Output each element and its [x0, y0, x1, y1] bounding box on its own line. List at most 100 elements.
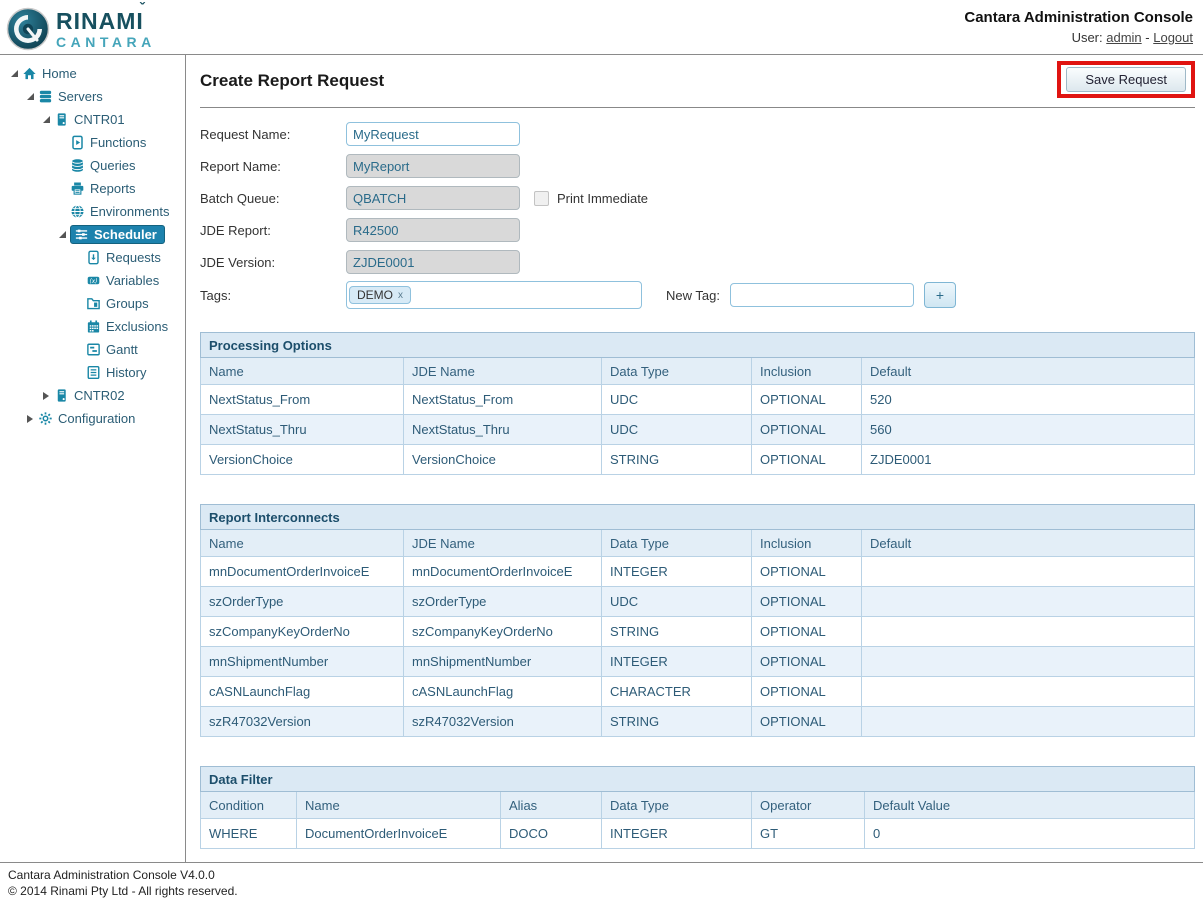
expand-collapse-icon[interactable]: [54, 231, 70, 238]
jde-report-label: JDE Report:: [200, 223, 346, 238]
home-icon: [22, 66, 40, 81]
column-header: Inclusion: [752, 358, 862, 385]
table-row: NextStatus_From NextStatus_From UDC OPTI…: [201, 385, 1195, 415]
column-header: JDE Name: [404, 530, 602, 557]
annotation-highlight-box: Save Request: [1057, 61, 1195, 98]
table-title-row: Data Filter: [201, 767, 1195, 792]
table-title: Report Interconnects: [201, 505, 1195, 530]
user-label: User:: [1072, 30, 1103, 45]
column-header: Name: [201, 530, 404, 557]
table-title-row: Processing Options: [201, 333, 1195, 358]
title-divider: [200, 107, 1195, 108]
sidebar-item-reports[interactable]: Reports: [0, 177, 185, 200]
expand-collapse-icon[interactable]: [38, 116, 54, 123]
table-row: WHERE DocumentOrderInvoiceE DOCO INTEGER…: [201, 819, 1195, 849]
data-filter-table: Data Filter Condition Name Alias Data Ty…: [200, 766, 1195, 849]
column-header: Condition: [201, 792, 297, 819]
sidebar-item-history[interactable]: History: [0, 361, 185, 384]
column-header: Data Type: [602, 530, 752, 557]
jde-report-input: [346, 218, 520, 242]
sidebar-item-home[interactable]: Home: [0, 62, 185, 85]
column-header: Name: [201, 358, 404, 385]
column-header: Operator: [752, 792, 865, 819]
jde-version-label: JDE Version:: [200, 255, 346, 270]
logo-wordmark: RINAMIˇ CANTARA: [56, 10, 156, 49]
report-name-input: [346, 154, 520, 178]
processing-options-table: Processing Options Name JDE Name Data Ty…: [200, 332, 1195, 475]
column-header: Alias: [501, 792, 602, 819]
expand-collapse-icon[interactable]: [38, 392, 54, 400]
scheduler-selected-highlight: Scheduler: [70, 225, 165, 244]
report-interconnects-table: Report Interconnects Name JDE Name Data …: [200, 504, 1195, 737]
servers-icon: [38, 89, 56, 104]
sidebar-item-functions[interactable]: Functions: [0, 131, 185, 154]
request-name-input[interactable]: [346, 122, 520, 146]
add-tag-button[interactable]: +: [924, 282, 956, 308]
table-row: mnShipmentNumber mnShipmentNumber INTEGE…: [201, 647, 1195, 677]
expand-collapse-icon[interactable]: [22, 415, 38, 423]
tag-chip-label: DEMO: [357, 288, 393, 302]
table-title-row: Report Interconnects: [201, 505, 1195, 530]
sidebar-item-environments[interactable]: Environments: [0, 200, 185, 223]
table-row: VersionChoice VersionChoice STRING OPTIO…: [201, 445, 1195, 475]
queries-icon: [70, 158, 88, 173]
svg-text:(x): (x): [90, 279, 98, 285]
sidebar-item-variables[interactable]: (x) Variables: [0, 269, 185, 292]
save-request-button[interactable]: Save Request: [1066, 67, 1186, 92]
remove-tag-icon[interactable]: x: [398, 290, 403, 301]
environments-icon: [70, 204, 88, 219]
logo-line1: RINAMIˇ: [56, 10, 144, 33]
sidebar-item-configuration[interactable]: Configuration: [0, 407, 185, 430]
gantt-icon: [86, 342, 104, 357]
footer-version: Cantara Administration Console V4.0.0: [8, 867, 1195, 883]
column-header: Data Type: [602, 358, 752, 385]
column-header: Default: [862, 530, 1195, 557]
sidebar-item-scheduler[interactable]: Scheduler: [0, 223, 185, 246]
reports-icon: [70, 181, 88, 196]
table-row: szCompanyKeyOrderNo szCompanyKeyOrderNo …: [201, 617, 1195, 647]
gear-icon: [38, 411, 56, 426]
rinami-cantara-logo: RINAMIˇ CANTARA: [0, 0, 156, 54]
sidebar-item-requests[interactable]: Requests: [0, 246, 185, 269]
table-row: NextStatus_Thru NextStatus_Thru UDC OPTI…: [201, 415, 1195, 445]
table-row: szR47032Version szR47032Version STRING O…: [201, 707, 1195, 737]
user-name-link[interactable]: admin: [1106, 30, 1141, 45]
sidebar-item-servers[interactable]: Servers: [0, 85, 185, 108]
footer-copyright: © 2014 Rinami Pty Ltd - All rights reser…: [8, 883, 1195, 899]
expand-collapse-icon[interactable]: [22, 93, 38, 100]
app-footer: Cantara Administration Console V4.0.0 © …: [0, 862, 1203, 905]
print-immediate-checkbox[interactable]: [534, 191, 549, 206]
functions-icon: [70, 135, 88, 150]
sidebar-item-cntr01[interactable]: CNTR01: [0, 108, 185, 131]
jde-version-input: [346, 250, 520, 274]
new-tag-input[interactable]: [730, 283, 914, 307]
column-header: Inclusion: [752, 530, 862, 557]
tags-label: Tags:: [200, 288, 346, 303]
sidebar-item-queries[interactable]: Queries: [0, 154, 185, 177]
table-header-row: Name JDE Name Data Type Inclusion Defaul…: [201, 530, 1195, 557]
variables-icon: (x): [86, 273, 104, 288]
table-title: Data Filter: [201, 767, 1195, 792]
sidebar-item-groups[interactable]: Groups: [0, 292, 185, 315]
report-name-label: Report Name:: [200, 159, 346, 174]
report-request-form: Request Name: Report Name: Batch Queue: …: [200, 122, 1195, 308]
column-header: JDE Name: [404, 358, 602, 385]
server-icon: [54, 112, 72, 127]
user-separator: -: [1142, 30, 1154, 45]
sidebar-item-gantt[interactable]: Gantt: [0, 338, 185, 361]
groups-icon: [86, 296, 104, 311]
server-icon: [54, 388, 72, 403]
expand-collapse-icon[interactable]: [6, 70, 22, 77]
table-header-row: Name JDE Name Data Type Inclusion Defaul…: [201, 358, 1195, 385]
app-window: RINAMIˇ CANTARA Cantara Administration C…: [0, 0, 1203, 905]
sidebar-item-cntr02[interactable]: CNTR02: [0, 384, 185, 407]
sidebar-item-exclusions[interactable]: Exclusions: [0, 315, 185, 338]
history-icon: [86, 365, 104, 380]
tags-input[interactable]: DEMO x: [346, 281, 642, 309]
user-bar: User: admin - Logout: [964, 30, 1193, 45]
app-header: RINAMIˇ CANTARA Cantara Administration C…: [0, 0, 1203, 55]
rinami-logo-icon: [6, 7, 50, 51]
table-row: szOrderType szOrderType UDC OPTIONAL: [201, 587, 1195, 617]
logout-link[interactable]: Logout: [1153, 30, 1193, 45]
table-title: Processing Options: [201, 333, 1195, 358]
